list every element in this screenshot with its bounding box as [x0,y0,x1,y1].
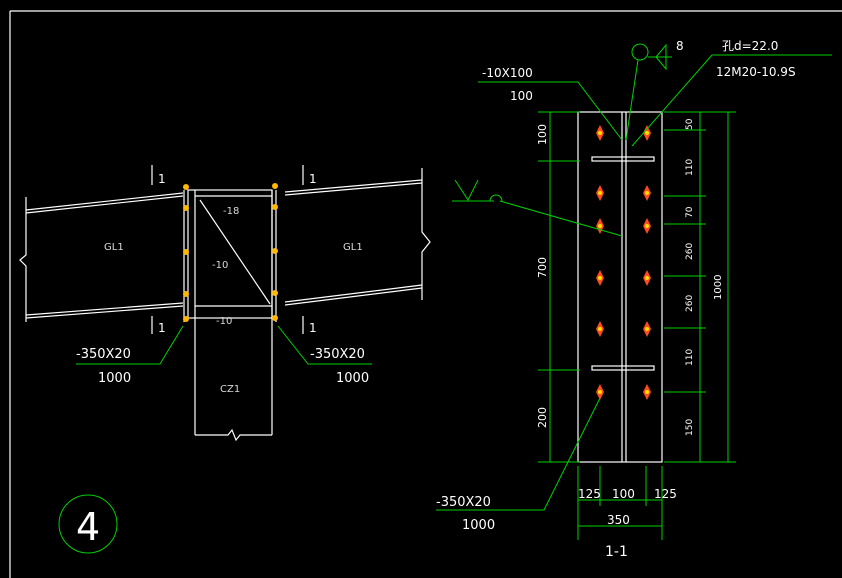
bolt-hole [596,125,604,141]
bolt-center-icon [598,191,602,195]
stiffener-top-label: -18 [223,206,239,217]
end-plate-outline [577,111,663,463]
right-beam-top-flange [284,182,423,196]
bolt-spec: 12M20-10.9S [716,65,796,79]
bolt [183,291,189,297]
section-mark-label: 1 [309,172,317,186]
bottom-dim-1: 125 [578,487,601,501]
bolt-center-icon [598,224,602,228]
left-beam-top-flange [25,195,184,214]
bolt [272,183,278,189]
right-plate-length: 1000 [336,371,369,386]
left-dim-2: 700 [536,257,549,278]
bolt-center-icon [645,191,649,195]
section-mark-label: 1 [158,321,166,335]
right-break-line [421,168,431,300]
drawing-canvas: 1 1 1 1 GL1 GL1 CZ1 -18 -10 -10 -350X20 … [9,10,842,578]
bolt-hole [596,185,604,201]
left-beam-bottom-flange-inner [25,302,184,316]
bottom-plate-length: 1000 [462,518,495,533]
right-dim-4: 260 [685,243,695,260]
bolt-center-icon [645,224,649,228]
bolt [183,184,189,190]
left-beam-label: GL1 [104,242,124,253]
right-beam-bottom-flange-inner [284,284,423,303]
bolt-hole [596,384,604,400]
bolt-hole [596,218,604,234]
top-plate-length: 100 [510,89,533,103]
weld-all-around-icon [631,43,649,61]
bolt-center-icon [598,327,602,331]
bolt-hole [596,321,604,337]
bolt-hole [643,270,651,286]
top-plate-spec: -10X100 [482,66,533,80]
bolt-hole [643,218,651,234]
overall-width: 350 [607,513,630,527]
section-title: 1-1 [605,544,628,560]
bolt-hole [596,270,604,286]
bolt-center-icon [645,276,649,280]
bolt-center-icon [598,390,602,394]
section-mark-label: 1 [309,321,317,335]
left-beam-top-flange-inner [25,192,184,211]
bolt [272,290,278,296]
section-view: 100 700 200 50 110 70 260 260 110 150 10… [436,39,832,560]
detail-number: 4 [76,505,100,549]
right-beam-bottom-flange [284,287,423,306]
stiffener-bottom-label: -10 [216,316,232,327]
right-dim-7: 150 [685,419,695,436]
left-break-line [19,197,27,322]
right-dim-1: 50 [685,118,695,130]
left-dim-1: 100 [536,124,549,145]
bolt [183,205,189,211]
overall-height: 1000 [713,275,724,300]
weld-contour-icon [489,194,503,202]
bolt [183,316,189,322]
bolt-center-icon [598,131,602,135]
bolt-hole [643,321,651,337]
elevation-bolts [183,183,278,322]
bolt [272,204,278,210]
hole-spec: 孔d=22.0 [722,39,778,53]
bolt [183,249,189,255]
bolt-center-icon [645,327,649,331]
bottom-dim-3: 125 [654,487,677,501]
right-dim-2: 110 [685,159,695,176]
bottom-plate-leader [436,397,601,511]
bolt-center-icon [645,131,649,135]
weld-size: 8 [676,39,684,53]
weld-leader [625,59,639,141]
v-weld-icon [454,179,479,202]
right-beam-label: GL1 [343,242,363,253]
right-dim-3: 70 [685,206,695,218]
right-beam-top-flange-inner [284,179,423,193]
bottom-dim-2: 100 [612,487,635,501]
elevation-view: 1 1 1 1 GL1 GL1 CZ1 -18 -10 -10 -350X20 … [19,165,431,442]
bolt-center-icon [645,390,649,394]
stiffener-mid-label: -10 [212,260,228,271]
bottom-plate-spec: -350X20 [436,495,491,510]
bolt [272,248,278,254]
bolt-center-icon [598,276,602,280]
bolt-hole [643,125,651,141]
right-plate-spec: -350X20 [310,347,365,362]
top-stiffener [591,156,655,162]
left-plate-length: 1000 [98,371,131,386]
section-bolts [596,125,651,400]
bolt-hole [643,185,651,201]
left-plate-spec: -350X20 [76,347,131,362]
column-break-line [195,428,272,442]
left-beam-bottom-flange [25,305,184,319]
bolt [272,315,278,321]
weld-leader [499,200,623,237]
bottom-stiffener [591,365,655,371]
right-dim-5: 260 [685,295,695,312]
bolt-hole [643,384,651,400]
right-dim-6: 110 [685,349,695,366]
section-mark-label: 1 [158,172,166,186]
column-label: CZ1 [220,384,240,395]
left-dim-3: 200 [536,407,549,428]
